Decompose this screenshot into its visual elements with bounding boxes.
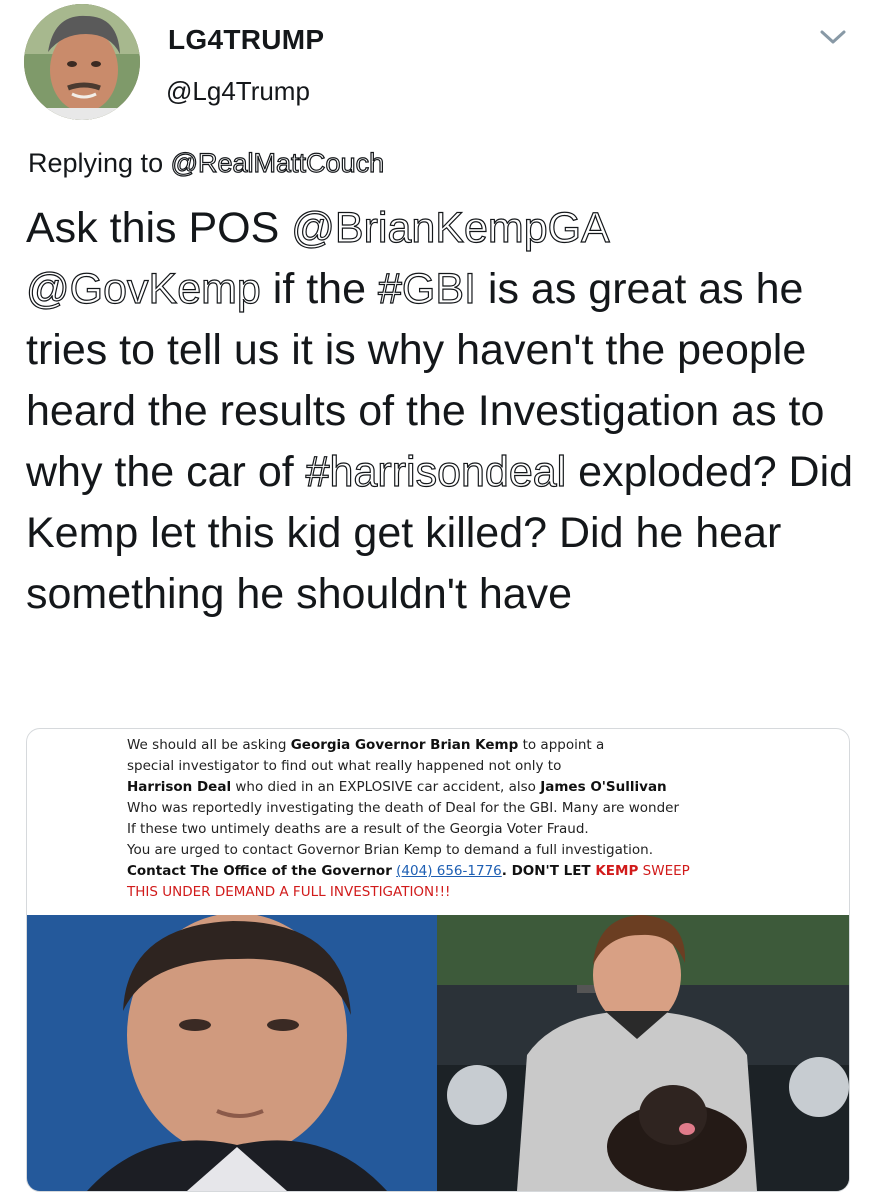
notice-line: special investigator to find out what re… <box>127 758 562 774</box>
notice-text-part: We should all be asking <box>127 737 291 753</box>
phone-number: (404) 656-1776 <box>396 863 502 879</box>
mention-link[interactable]: @GovKemp <box>25 264 261 313</box>
notice-text-part: KEMP <box>595 863 639 879</box>
notice-text-part: Georgia Governor Brian Kemp <box>290 737 519 753</box>
notice-text-part: Contact The Office of the Governor <box>127 863 392 879</box>
mention-link[interactable]: @BrianKempGA <box>291 203 611 252</box>
notice-text-part: who died in an EXPLOSIVE car accident, a… <box>231 779 541 795</box>
avatar[interactable] <box>24 4 140 120</box>
man-portrait-photo <box>27 915 437 1191</box>
replying-to: Replying to @RealMattCouch <box>28 147 385 179</box>
tweet-text: Ask this POS @BrianKempGA @GovKemp if the… <box>25 198 856 625</box>
notice-line: If these two untimely deaths are a resul… <box>127 821 589 837</box>
media-card[interactable]: We should all be asking Georgia Governor… <box>26 728 850 1192</box>
user-handle[interactable]: @Lg4Trump <box>166 76 310 107</box>
replying-to-label: Replying to <box>28 148 164 178</box>
reply-target-link[interactable]: @RealMattCouch <box>170 147 385 178</box>
notice-text-part: to appoint a <box>518 737 605 753</box>
notice-text-part: . DON'T LET <box>501 863 596 879</box>
harrison-deal-photo <box>437 915 849 1191</box>
tweet-text-part: Ask this POS <box>26 204 292 252</box>
notice-line: You are urged to contact Governor Brian … <box>127 842 654 858</box>
notice-line: Who was reportedly investigating the dea… <box>127 800 680 816</box>
notice-text-part: Harrison Deal <box>127 779 232 795</box>
notice-text-part: James O'Sullivan <box>540 779 667 795</box>
hashtag-link[interactable]: #harrisondeal <box>305 447 567 496</box>
notice-text-part: SWEEP <box>638 863 690 879</box>
tweet-text-part: if the <box>260 265 378 313</box>
notice-line: THIS UNDER DEMAND A FULL INVESTIGATION!!… <box>127 884 451 900</box>
notice-text: We should all be asking Georgia Governor… <box>127 735 767 903</box>
display-name[interactable]: LG4TRUMP <box>168 24 324 56</box>
hashtag-link[interactable]: #GBI <box>377 264 476 313</box>
chevron-down-icon[interactable] <box>818 26 848 48</box>
